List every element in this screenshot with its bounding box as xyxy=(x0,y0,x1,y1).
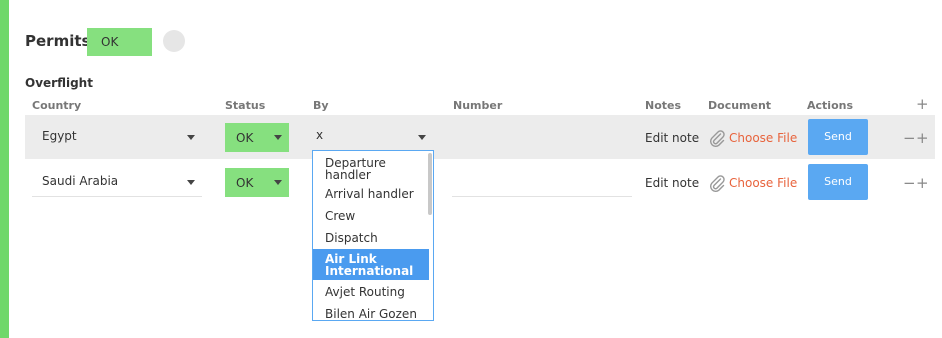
send-button[interactable]: Send xyxy=(808,164,868,200)
caret-down-icon xyxy=(274,180,282,185)
remove-row-button[interactable]: − xyxy=(903,174,916,192)
add-row-button[interactable]: + xyxy=(916,174,929,192)
by-dropdown-menu[interactable]: Departure handler Arrival handler Crew D… xyxy=(312,150,434,321)
dropdown-option[interactable]: Dispatch xyxy=(313,232,429,244)
by-value: x xyxy=(316,128,324,142)
paperclip-icon xyxy=(710,130,725,147)
caret-down-icon xyxy=(274,135,282,140)
dropdown-option[interactable]: Bilen Air Gozen xyxy=(313,308,429,320)
dropdown-option[interactable]: Arrival handler xyxy=(313,188,429,200)
status-value: OK xyxy=(236,131,254,145)
country-select[interactable]: Saudi Arabia xyxy=(32,160,202,197)
add-row-button[interactable]: + xyxy=(916,129,929,147)
number-input[interactable] xyxy=(452,160,632,197)
document-upload[interactable]: Choose File xyxy=(708,160,808,204)
left-accent-bar xyxy=(0,0,9,338)
remove-row-button[interactable]: − xyxy=(903,129,916,147)
table-row: Saudi Arabia OK Edit note Choose File Se… xyxy=(25,160,935,204)
permits-title: Permits xyxy=(25,32,91,50)
status-value: OK xyxy=(236,176,254,190)
column-header-actions: Actions xyxy=(807,99,853,112)
column-header-document: Document xyxy=(708,99,772,112)
column-header-notes: Notes xyxy=(645,99,682,112)
paperclip-icon xyxy=(710,175,725,192)
caret-down-icon xyxy=(187,135,195,140)
edit-note-link[interactable]: Edit note xyxy=(645,115,705,159)
dropdown-option[interactable]: Crew xyxy=(313,210,429,222)
status-indicator-dot[interactable] xyxy=(163,30,185,52)
column-header-status: Status xyxy=(225,99,266,112)
overflight-title: Overflight xyxy=(25,76,93,90)
add-row-button[interactable]: + xyxy=(916,95,929,113)
status-select[interactable]: OK xyxy=(225,168,289,197)
status-select[interactable]: OK xyxy=(225,123,289,152)
edit-note-link[interactable]: Edit note xyxy=(645,160,705,204)
send-button[interactable]: Send xyxy=(808,119,868,155)
column-header-number: Number xyxy=(453,99,503,112)
choose-file-link[interactable]: Choose File xyxy=(729,176,797,190)
country-select[interactable]: Egypt xyxy=(32,115,202,159)
table-row: Egypt OK x Edit note Choose File Send − … xyxy=(25,115,935,159)
document-upload[interactable]: Choose File xyxy=(708,115,808,159)
country-value: Egypt xyxy=(42,129,77,143)
permits-status-badge[interactable]: OK xyxy=(87,28,152,56)
dropdown-option[interactable]: Departure handler xyxy=(313,157,429,181)
dropdown-option[interactable]: Avjet Routing xyxy=(313,286,429,298)
dropdown-option-highlighted[interactable]: Air Link International xyxy=(313,249,429,280)
caret-down-icon xyxy=(187,180,195,185)
caret-down-icon xyxy=(418,135,426,140)
column-header-country: Country xyxy=(32,99,82,112)
column-header-by: By xyxy=(313,99,329,112)
number-input[interactable] xyxy=(452,115,632,159)
dropdown-scrollbar[interactable] xyxy=(428,153,432,215)
choose-file-link[interactable]: Choose File xyxy=(729,131,797,145)
country-value: Saudi Arabia xyxy=(42,174,119,188)
